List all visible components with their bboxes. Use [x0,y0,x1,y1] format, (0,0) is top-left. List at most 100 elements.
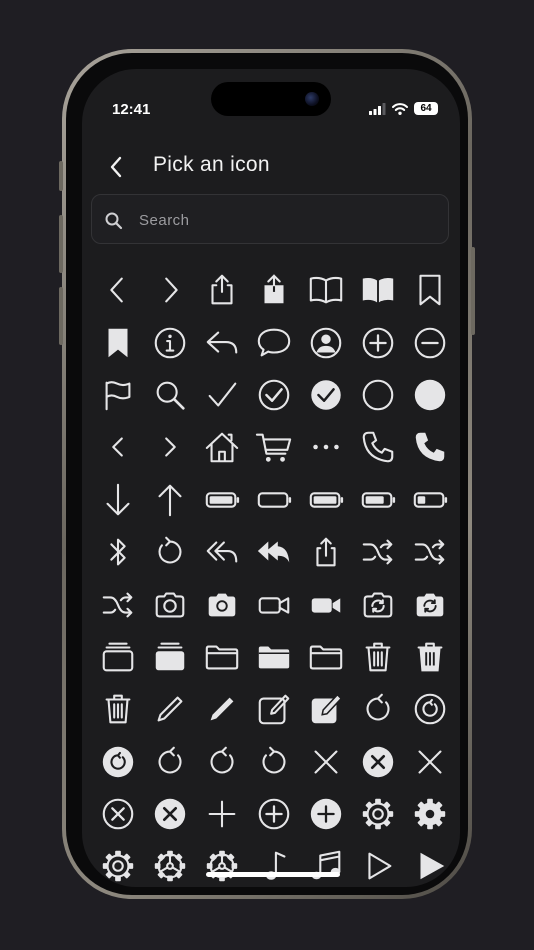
icon-option-share[interactable] [196,264,248,316]
icon-option-video[interactable] [248,578,300,630]
home-indicator[interactable] [206,872,340,877]
back-chevron-icon[interactable] [104,153,128,181]
icon-option-battery-full[interactable] [196,474,248,526]
icon-option-arrow-clockwise-alt[interactable] [196,736,248,788]
trash-alt-icon [105,694,131,724]
icon-option-search[interactable] [144,369,196,421]
icon-option-xmark-circle-fill-alt[interactable] [144,788,196,840]
share-fill-icon [264,274,284,304]
icon-option-battery-75[interactable] [352,474,404,526]
icon-option-flag[interactable] [92,369,144,421]
icon-option-plus-circle[interactable] [352,316,404,368]
icon-option-xmark[interactable] [300,736,352,788]
icon-option-folder[interactable] [196,631,248,683]
bookmark-fill-icon [108,328,128,357]
icon-option-info-circle[interactable] [144,316,196,368]
icon-option-bluetooth[interactable] [92,526,144,578]
icon-option-pencil-fill[interactable] [196,683,248,735]
icon-option-bookmark-fill[interactable] [92,316,144,368]
icon-option-gear[interactable] [352,788,404,840]
icon-option-battery-full-alt[interactable] [300,474,352,526]
icon-option-house[interactable] [196,421,248,473]
icon-option-gearshape-alt[interactable] [196,840,248,887]
icon-option-trash-alt[interactable] [92,683,144,735]
icon-option-folder-fill[interactable] [248,631,300,683]
icon-option-minus-circle[interactable] [404,316,456,368]
icon-option-music-notes[interactable] [300,840,352,887]
icon-option-albums[interactable] [92,631,144,683]
icon-option-music-note[interactable] [248,840,300,887]
icon-option-battery-25[interactable] [404,474,456,526]
icon-option-shuffle[interactable] [352,526,404,578]
icon-option-folder-alt[interactable] [300,631,352,683]
icon-option-plus-circle-alt[interactable] [248,788,300,840]
icon-option-xmark-circle[interactable] [92,788,144,840]
icon-option-arrow-clockwise[interactable] [144,736,196,788]
icon-option-circle[interactable] [352,369,404,421]
chevron-left-small-icon [112,437,123,457]
icon-option-circle-fill[interactable] [404,369,456,421]
icon-option-gear-fill[interactable] [404,788,456,840]
icon-option-camera-fill[interactable] [196,578,248,630]
icon-option-reply-all[interactable] [196,526,248,578]
icon-option-xmark-circle-fill[interactable] [352,736,404,788]
icon-option-trash[interactable] [352,631,404,683]
battery-indicator: 64 [414,102,438,115]
icon-option-reply-all-fill[interactable] [248,526,300,578]
person-circle-icon [310,327,342,358]
icon-option-checkmark[interactable] [196,369,248,421]
icon-option-battery-empty[interactable] [248,474,300,526]
plus-circle-icon [362,327,394,358]
icon-option-compose[interactable] [248,683,300,735]
icon-option-plus[interactable] [196,788,248,840]
icon-option-arrow-counterclockwise[interactable] [248,736,300,788]
icon-option-pencil[interactable] [144,683,196,735]
icon-option-compose-fill[interactable] [300,683,352,735]
icon-option-arrow-down[interactable] [92,474,144,526]
icon-option-phone-fill[interactable] [404,421,456,473]
icon-option-cart[interactable] [248,421,300,473]
search-input[interactable] [137,195,441,245]
icon-option-xmark-alt[interactable] [404,736,456,788]
icon-option-arrow-up[interactable] [144,474,196,526]
icon-option-book-fill[interactable] [352,264,404,316]
icon-option-check-circle[interactable] [248,369,300,421]
icon-option-chevron-right-small[interactable] [144,421,196,473]
icon-option-chevron-left[interactable] [92,264,144,316]
icon-option-phone[interactable] [352,421,404,473]
icon-option-albums-fill[interactable] [144,631,196,683]
icon-option-rotate-right-circle[interactable] [404,683,456,735]
checkmark-icon [208,382,237,407]
icon-option-rotate-right-circle-fill[interactable] [92,736,144,788]
icon-option-play[interactable] [352,840,404,887]
icon-option-camera-rotate-fill[interactable] [404,578,456,630]
search-icon [105,212,123,230]
icon-option-play-fill[interactable] [404,840,456,887]
icon-option-camera-rotate[interactable] [352,578,404,630]
xmark-circle-fill-icon [362,746,394,777]
cellular-signal-icon [369,102,386,115]
bluetooth-icon [110,538,126,566]
icon-option-share-small[interactable] [300,526,352,578]
icon-option-camera[interactable] [144,578,196,630]
icon-option-share-fill[interactable] [248,264,300,316]
icon-option-book[interactable] [300,264,352,316]
icon-option-rotate-right[interactable] [352,683,404,735]
icon-option-person-circle[interactable] [300,316,352,368]
icon-option-trash-fill[interactable] [404,631,456,683]
icon-option-shuffle-small[interactable] [92,578,144,630]
icon-option-ellipsis[interactable] [300,421,352,473]
icon-option-chevron-left-small[interactable] [92,421,144,473]
icon-option-check-circle-fill[interactable] [300,369,352,421]
icon-option-gearshape[interactable] [144,840,196,887]
icon-option-chevron-right[interactable] [144,264,196,316]
arrow-down-icon [106,483,130,516]
icon-option-plus-circle-fill[interactable] [300,788,352,840]
icon-option-gear-alt[interactable] [92,840,144,887]
icon-option-chat-bubble[interactable] [248,316,300,368]
icon-option-video-fill[interactable] [300,578,352,630]
icon-option-rotate-left[interactable] [144,526,196,578]
icon-option-reply[interactable] [196,316,248,368]
icon-option-shuffle-alt[interactable] [404,526,456,578]
icon-option-bookmark[interactable] [404,264,456,316]
